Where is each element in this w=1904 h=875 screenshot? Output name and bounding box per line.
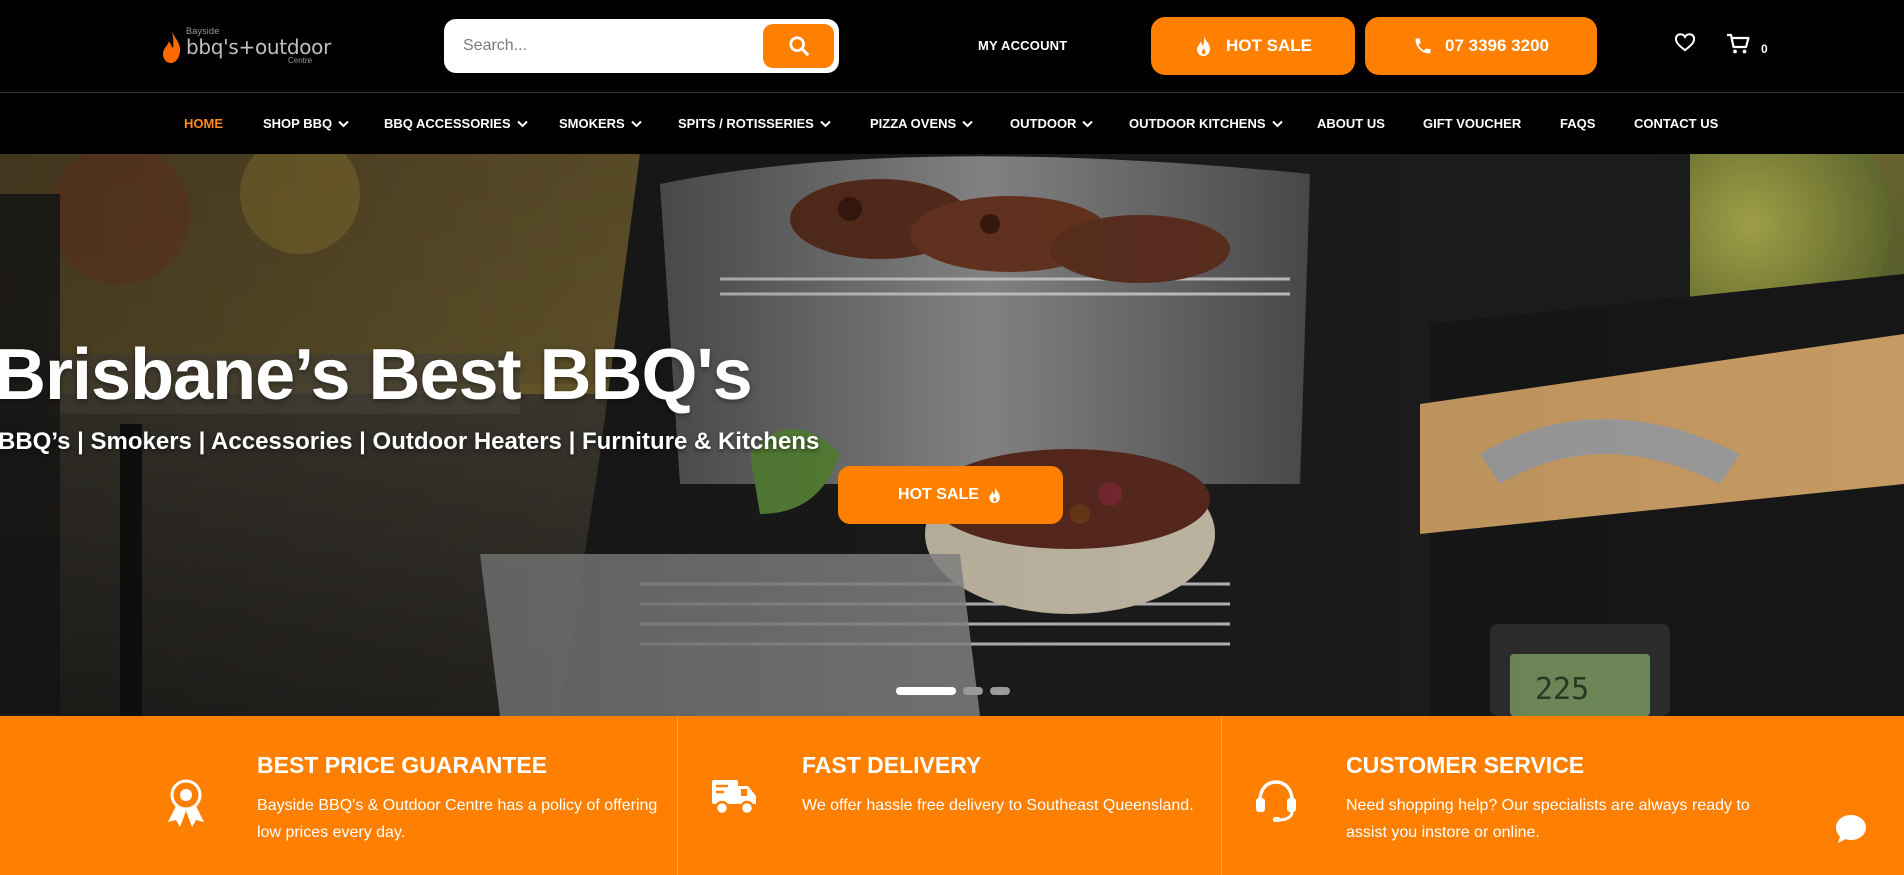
nav-item-bbq-accessories[interactable]: BBQ ACCESSORIES <box>384 116 528 131</box>
nav-item-outdoor[interactable]: OUTDOOR <box>1010 116 1094 131</box>
nav-label: PIZZA OVENS <box>870 116 957 131</box>
phone-icon <box>1415 38 1431 54</box>
phone-number: 07 3396 3200 <box>1445 36 1549 55</box>
delivery-truck-icon <box>712 780 756 816</box>
hero-title: Brisbane’s Best BBQ's <box>0 335 753 415</box>
feature-title: FAST DELIVERY <box>802 752 982 778</box>
nav-item-faqs[interactable]: FAQS <box>1560 116 1595 131</box>
hot-sale-button[interactable]: HOT SALE <box>1151 17 1355 75</box>
feature-customer-service: CUSTOMER SERVICE Need shopping help? Our… <box>1222 716 1904 875</box>
chevron-down-icon <box>1271 120 1283 127</box>
search-icon <box>788 36 809 56</box>
hero-slider: 225 Brisbane’s Best BBQ's BBQ’s | Smoker… <box>0 154 1904 716</box>
chevron-down-icon <box>962 120 973 127</box>
nav-label: SMOKERS <box>559 116 625 131</box>
search-button[interactable] <box>763 24 834 68</box>
nav-label: SHOP BBQ <box>263 116 333 131</box>
wishlist-button[interactable] <box>1674 32 1696 57</box>
flame-icon <box>1197 36 1211 56</box>
headset-icon <box>1256 780 1296 822</box>
search-input[interactable] <box>463 31 753 61</box>
feature-fast-delivery: FAST DELIVERY We offer hassle free deliv… <box>678 716 1221 875</box>
nav-label: OUTDOOR <box>1010 116 1077 131</box>
award-ribbon-icon <box>168 779 204 827</box>
feature-best-price: BEST PRICE GUARANTEE Bayside BBQ's & Out… <box>0 716 677 875</box>
nav-label: FAQS <box>1560 116 1596 131</box>
nav-item-gift-voucher[interactable]: GIFT VOUCHER <box>1423 116 1521 131</box>
cart-button[interactable] <box>1726 33 1750 60</box>
nav-label: CONTACT US <box>1634 116 1719 131</box>
site-logo[interactable]: Bayside bbq's+outdoor Centre <box>162 26 331 68</box>
nav-item-contact-us[interactable]: CONTACT US <box>1634 116 1718 131</box>
hot-sale-label: HOT SALE <box>1226 36 1312 55</box>
nav-label: BBQ ACCESSORIES <box>384 116 511 131</box>
nav-item-outdoor-kitchens[interactable]: OUTDOOR KITCHENS <box>1129 116 1283 131</box>
feature-text: Bayside BBQ's & Outdoor Centre has a pol… <box>257 797 658 841</box>
nav-label: HOME <box>184 116 223 131</box>
chevron-down-icon <box>516 120 528 127</box>
feature-title: CUSTOMER SERVICE <box>1346 752 1585 778</box>
phone-button[interactable]: 07 3396 3200 <box>1365 17 1597 75</box>
search-bar <box>444 19 839 73</box>
cart-count: 0 <box>1761 42 1768 56</box>
nav-item-home[interactable]: HOME <box>184 116 223 131</box>
slider-dot-1[interactable] <box>896 687 956 695</box>
heart-icon <box>1674 33 1696 52</box>
slider-pagination <box>896 687 1010 695</box>
main-nav: HOME SHOP BBQ BBQ ACCESSORIES SMOKERS SP… <box>0 94 1904 154</box>
nav-label: ABOUT US <box>1317 116 1385 131</box>
features-strip: BEST PRICE GUARANTEE Bayside BBQ's & Out… <box>0 716 1904 875</box>
flame-logo-icon <box>163 31 181 63</box>
nav-label: GIFT VOUCHER <box>1423 116 1522 131</box>
nav-item-about-us[interactable]: ABOUT US <box>1317 116 1385 131</box>
shopping-cart-icon <box>1727 33 1750 54</box>
hero-cta-label: HOT SALE <box>898 486 979 503</box>
chevron-down-icon <box>1082 120 1094 127</box>
hero-subtitle: BBQ’s | Smokers | Accessories | Outdoor … <box>0 428 820 455</box>
feature-text: Need shopping help? Our specialists are … <box>1346 797 1750 841</box>
feature-title: BEST PRICE GUARANTEE <box>257 752 548 778</box>
feature-text: We offer hassle free delivery to Southea… <box>802 797 1194 814</box>
nav-item-spits-rotisseries[interactable]: SPITS / ROTISSERIES <box>678 116 831 131</box>
chat-bubble-icon[interactable] <box>1834 813 1868 845</box>
nav-label: SPITS / ROTISSERIES <box>678 116 814 131</box>
site-header: Bayside bbq's+outdoor Centre MY ACCOUNT … <box>0 0 1904 93</box>
nav-item-pizza-ovens[interactable]: PIZZA OVENS <box>870 116 973 131</box>
slider-dot-2[interactable] <box>963 687 983 695</box>
my-account-link[interactable]: MY ACCOUNT <box>978 38 1067 53</box>
nav-item-shop-bbq[interactable]: SHOP BBQ <box>263 116 349 131</box>
chevron-down-icon <box>631 120 642 127</box>
logo-centre-text: Centre <box>288 56 313 65</box>
flame-icon <box>989 487 1000 503</box>
nav-label: OUTDOOR KITCHENS <box>1129 116 1266 131</box>
chevron-down-icon <box>338 120 349 127</box>
hero-hot-sale-button[interactable]: HOT SALE <box>838 466 1063 524</box>
slider-dot-3[interactable] <box>990 687 1010 695</box>
chevron-down-icon <box>820 120 831 127</box>
nav-item-smokers[interactable]: SMOKERS <box>559 116 642 131</box>
